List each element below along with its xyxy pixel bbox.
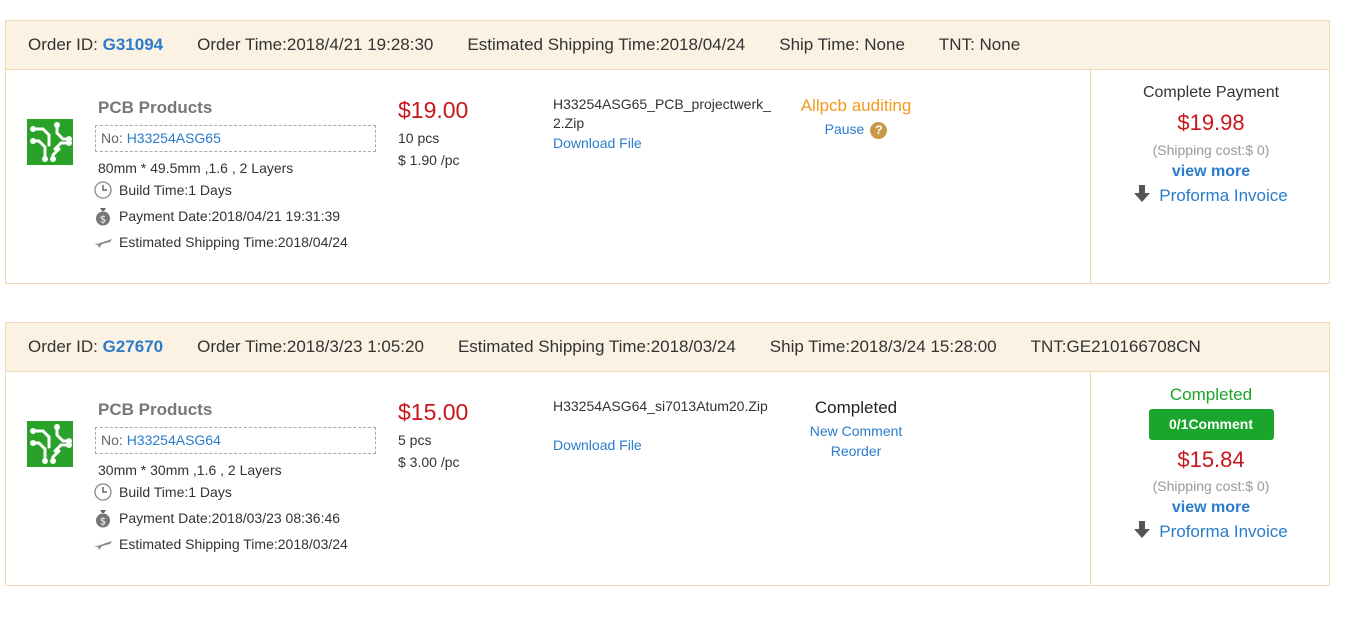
ship-time: Ship Time: None (779, 35, 905, 54)
help-icon[interactable]: ? (870, 121, 888, 139)
product-number-link[interactable]: H33254ASG64 (127, 432, 221, 448)
product-number-link[interactable]: H33254ASG65 (127, 130, 221, 146)
order-quantity: 10 pcs (398, 130, 440, 146)
estimated-shipping-row: Estimated Shipping Time:2018/04/24 (93, 232, 348, 252)
build-time: Build Time:1 Days (119, 182, 232, 198)
clock-icon (93, 180, 113, 200)
shipping-cost: (Shipping cost:$ 0) (1152, 478, 1270, 494)
money-bag-icon: $ (93, 206, 113, 226)
comment-row: 0/1Comment (1091, 409, 1331, 440)
order-body: PCB Products No: H33254ASG65 80mm * 49.5… (5, 70, 1330, 284)
unit-price: $ 3.00 /pc (398, 454, 460, 470)
status-column: Completed New Comment Reorder (776, 398, 936, 459)
reorder-link[interactable]: Reorder (776, 443, 936, 459)
product-title: PCB Products (98, 98, 213, 117)
order-status: Allpcb auditing (800, 96, 912, 115)
product-spec: 30mm * 30mm ,1.6 , 2 Layers (98, 462, 282, 478)
proforma-invoice-link[interactable]: Proforma Invoice (1134, 185, 1288, 207)
plane-icon (93, 534, 113, 554)
status-column: Allpcb auditing Pause? (776, 96, 936, 139)
proforma-invoice-label: Proforma Invoice (1159, 186, 1288, 205)
complete-payment-title[interactable]: Complete Payment (1091, 84, 1331, 102)
payment-column: Complete Payment $19.98 (Shipping cost:$… (1091, 84, 1331, 207)
product-number-box: No: H33254ASG64 (95, 427, 376, 454)
tnt-number: TNT:GE210166708CN (1030, 337, 1201, 356)
order-status: Completed (814, 398, 898, 417)
product-number-label: No: (101, 432, 127, 448)
order-time: Order Time:2018/4/21 19:28:30 (197, 35, 434, 54)
pause-row: Pause? (776, 121, 936, 139)
payment-amount: $15.84 (1177, 447, 1245, 472)
download-file-link[interactable]: Download File (553, 135, 642, 151)
order-card: Order ID: G31094 Order Time:2018/4/21 19… (5, 20, 1330, 284)
svg-text:$: $ (100, 215, 106, 226)
product-spec: 80mm * 49.5mm ,1.6 , 2 Layers (98, 160, 294, 176)
plane-icon (93, 232, 113, 252)
download-arrow-icon (1134, 185, 1151, 207)
payment-date: Payment Date:2018/04/21 19:31:39 (119, 208, 341, 224)
view-more-link[interactable]: view more (1091, 163, 1331, 181)
comment-button[interactable]: 0/1Comment (1148, 409, 1274, 440)
order-header: Order ID: G27670 Order Time:2018/3/23 1:… (5, 322, 1330, 372)
ship-time: Ship Time:2018/3/24 15:28:00 (769, 337, 997, 356)
payment-date: Payment Date:2018/03/23 08:36:46 (119, 510, 341, 526)
pcb-icon (27, 119, 73, 165)
build-time-row: Build Time:1 Days (93, 180, 232, 200)
order-id-link[interactable]: G31094 (103, 35, 164, 54)
payment-date-row: $ Payment Date:2018/04/21 19:31:39 (93, 206, 340, 226)
view-more-link[interactable]: view more (1091, 499, 1331, 517)
pcb-icon (27, 421, 73, 467)
order-id-link[interactable]: G27670 (103, 337, 164, 356)
order-id-field: Order ID: G27670 (28, 337, 163, 357)
file-name: H33254ASG64_si7013Atum20.Zip (553, 398, 768, 414)
header-estimated-shipping: Estimated Shipping Time:2018/03/24 (457, 337, 736, 356)
estimated-shipping: Estimated Shipping Time:2018/04/24 (119, 234, 348, 250)
shipping-cost: (Shipping cost:$ 0) (1152, 142, 1270, 158)
download-file-link[interactable]: Download File (553, 437, 642, 453)
unit-price: $ 1.90 /pc (398, 152, 460, 168)
new-comment-link[interactable]: New Comment (776, 423, 936, 439)
file-name: H33254ASG65_PCB_projectwerk_2.Zip (553, 96, 771, 131)
build-time: Build Time:1 Days (119, 484, 232, 500)
product-title: PCB Products (98, 400, 213, 419)
order-card: Order ID: G27670 Order Time:2018/3/23 1:… (5, 322, 1330, 586)
estimated-shipping: Estimated Shipping Time:2018/03/24 (119, 536, 348, 552)
order-time: Order Time:2018/3/23 1:05:20 (197, 337, 424, 356)
payment-amount: $19.98 (1177, 110, 1245, 135)
order-id-label: Order ID: (28, 35, 103, 54)
order-price: $15.00 (398, 399, 469, 425)
order-id-field: Order ID: G31094 (28, 35, 163, 55)
build-time-row: Build Time:1 Days (93, 482, 232, 502)
payment-date-row: $ Payment Date:2018/03/23 08:36:46 (93, 508, 340, 528)
money-bag-icon: $ (93, 508, 113, 528)
order-price: $19.00 (398, 97, 469, 123)
order-body: PCB Products No: H33254ASG64 30mm * 30mm… (5, 372, 1330, 586)
tnt-number: TNT: None (938, 35, 1021, 54)
download-arrow-icon (1134, 521, 1151, 543)
payment-column: Completed 0/1Comment $15.84 (Shipping co… (1091, 385, 1331, 543)
clock-icon (93, 482, 113, 502)
product-number-box: No: H33254ASG65 (95, 125, 376, 152)
order-header: Order ID: G31094 Order Time:2018/4/21 19… (5, 20, 1330, 70)
pause-link[interactable]: Pause (825, 121, 865, 137)
proforma-invoice-label: Proforma Invoice (1159, 522, 1288, 541)
proforma-invoice-link[interactable]: Proforma Invoice (1134, 521, 1288, 543)
svg-text:$: $ (100, 517, 106, 528)
completed-status: Completed (1169, 385, 1253, 404)
invoice-row: Proforma Invoice (1091, 185, 1331, 207)
header-estimated-shipping: Estimated Shipping Time:2018/04/24 (467, 35, 746, 54)
invoice-row: Proforma Invoice (1091, 521, 1331, 543)
product-number-label: No: (101, 130, 127, 146)
order-quantity: 5 pcs (398, 432, 432, 448)
estimated-shipping-row: Estimated Shipping Time:2018/03/24 (93, 534, 348, 554)
order-id-label: Order ID: (28, 337, 103, 356)
